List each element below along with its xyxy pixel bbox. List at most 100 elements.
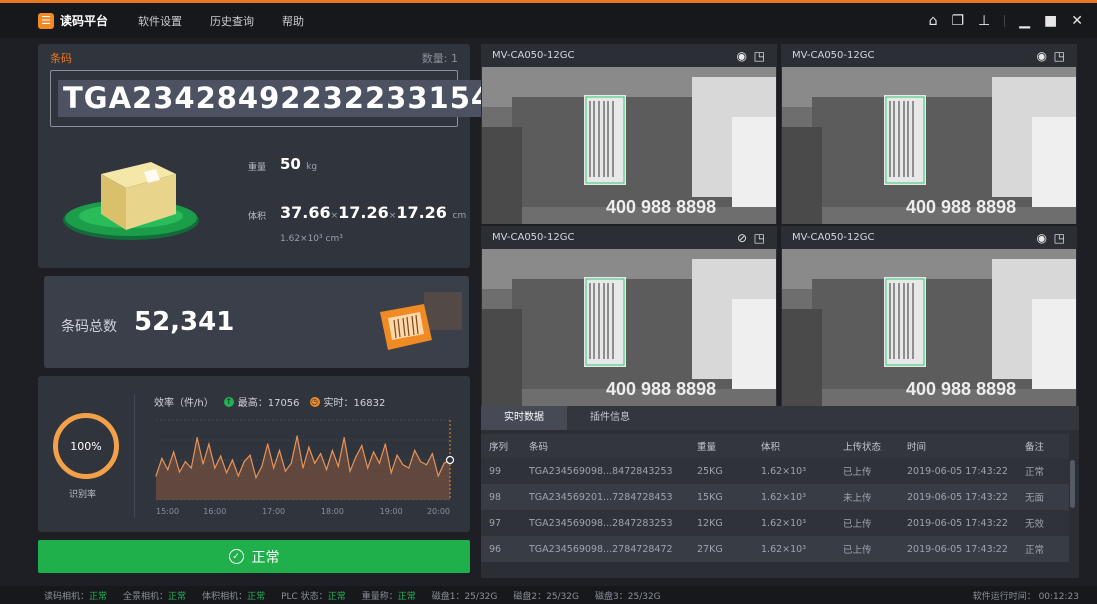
camera-image: 400 988 8898 [482, 249, 776, 406]
cell-index: 98 [481, 484, 521, 510]
camera-name: MV-CA050-12GC [492, 50, 575, 61]
barcode-value: TGA23428492232233154 [58, 80, 498, 117]
eye-icon[interactable]: ◉ [1037, 231, 1047, 245]
fullscreen-icon[interactable]: ◳ [1054, 231, 1065, 245]
barcode-card-icon [380, 292, 462, 350]
camera-scene-text: 400 988 8898 [606, 197, 716, 217]
restore-window-icon[interactable]: ❐ [951, 13, 964, 29]
total-label: 条码总数 [61, 319, 117, 335]
camera-scene: 400 988 8898 [482, 67, 776, 224]
barcode-display[interactable]: TGA23428492232233154 [50, 70, 498, 127]
eye-off-icon[interactable]: ⊘ [737, 231, 747, 245]
cell-index: 97 [481, 510, 521, 536]
table-row[interactable]: 97 TGA234569098...2847283253 12KG 1.62×1… [481, 510, 1069, 536]
volume-label: 体积 [248, 212, 267, 222]
cell-time: 2019-06-05 17:43:22 [899, 484, 1017, 510]
chart-point [231, 459, 234, 461]
footer-code-camera: 读码相机：正常 [44, 589, 107, 602]
footer-label: PLC 状态： [281, 591, 328, 602]
cell-volume: 1.62×10³ [753, 484, 835, 510]
menu-software-settings[interactable]: 软件设置 [138, 13, 182, 29]
table-row[interactable]: 98 TGA234569201...7284728453 15KG 1.62×1… [481, 484, 1069, 510]
table-row[interactable]: 96 TGA234569098...2784728472 27KG 1.62×1… [481, 536, 1069, 562]
cell-time: 2019-06-05 17:43:22 [899, 536, 1017, 562]
chart-point [408, 467, 410, 469]
window-controls: ⌂ ❐ ⊥ ▁ ■ ✕ [915, 13, 1083, 29]
camera-view[interactable]: MV-CA050-12GC ◉ ◳ 400 988 8898 [781, 44, 1077, 224]
volume-cubic: 1.62×10³ cm³ [280, 234, 343, 244]
chart-point [190, 467, 192, 469]
chart-point [431, 453, 433, 455]
tab-realtime-data[interactable]: 实时数据 [481, 406, 567, 430]
footer-plc-status: PLC 状态：正常 [281, 589, 346, 602]
chart-point [349, 470, 351, 472]
volume-unit: cm [452, 211, 467, 221]
table-row[interactable]: 99 TGA234569098...8472843253 25KG 1.62×1… [481, 458, 1069, 484]
fullscreen-icon[interactable]: ◳ [1054, 49, 1065, 63]
minimize-icon[interactable]: ▁ [1019, 13, 1030, 29]
col-volume: 体积 [753, 434, 835, 458]
chart-point [267, 443, 269, 445]
chart-point [202, 463, 204, 465]
maximize-icon[interactable]: ■ [1044, 13, 1057, 29]
chart-point [290, 462, 292, 464]
chart-point [214, 467, 216, 469]
close-icon[interactable]: ✕ [1071, 13, 1083, 29]
footer-panorama-camera: 全景相机：正常 [123, 589, 186, 602]
cell-upload-status: 已上传 [835, 510, 899, 536]
camera-view[interactable]: MV-CA050-12GC ⊘ ◳ 400 988 8898 [481, 226, 777, 406]
pin-icon[interactable]: ⊥ [978, 13, 990, 29]
fullscreen-icon[interactable]: ◳ [754, 49, 765, 63]
footer-label: 读码相机： [44, 591, 90, 602]
table-scrollbar[interactable] [1070, 460, 1075, 508]
chart-point [437, 475, 439, 477]
col-remark: 备注 [1017, 434, 1069, 458]
dim-c: 17.26 [396, 203, 447, 222]
chart-point [284, 470, 286, 472]
chart-point [443, 462, 445, 464]
barcode-panel: 条码 数量: 1 TGA23428492232233154 重量 50 kg 体… [38, 44, 498, 268]
cell-time: 2019-06-05 17:43:22 [899, 458, 1017, 484]
chart-point [220, 455, 222, 457]
camera-header: MV-CA050-12GC [781, 226, 1077, 249]
cell-remark: 正常 [1017, 458, 1069, 484]
chart-current-point [445, 455, 455, 465]
camera-view[interactable]: MV-CA050-12GC ◉ ◳ 400 988 8898 [481, 44, 777, 224]
efficiency-label: 效率（件/h） [154, 398, 214, 409]
table-tabs: 实时数据 插件信息 [481, 406, 1079, 430]
recognition-rate-value: 100% [70, 439, 102, 453]
clock-icon: ◷ [309, 396, 320, 407]
camera-view[interactable]: MV-CA050-12GC ◉ ◳ 400 988 8898 [781, 226, 1077, 406]
chart-point [337, 465, 339, 467]
tab-plugin-info[interactable]: 插件信息 [567, 406, 653, 430]
home-icon[interactable]: ⌂ [929, 13, 938, 29]
eye-icon[interactable]: ◉ [737, 49, 747, 63]
efficiency-header: 效率（件/h） ↑ 最高：17056 ◷ 实时：16832 [154, 394, 385, 409]
efficiency-max: 最高：17056 [237, 398, 300, 409]
chart-point [384, 443, 386, 445]
realtime-table: 序列 条码 重量 体积 上传状态 时间 备注 99 TGA234569098..… [481, 434, 1069, 562]
check-circle-icon: ✓ [228, 549, 244, 564]
total-panel: 条码总数 52,341 [44, 276, 469, 368]
status-footer: 读码相机：正常 全景相机：正常 体积相机：正常 PLC 状态：正常 重量称：正常… [0, 586, 1097, 604]
chart-point [225, 472, 228, 474]
chart-point [331, 449, 333, 451]
menu-help[interactable]: 帮助 [282, 13, 304, 29]
table-header-row: 序列 条码 重量 体积 上传状态 时间 备注 [481, 434, 1069, 458]
chart-point [255, 477, 257, 479]
divider [1004, 15, 1006, 27]
menu-history-query[interactable]: 历史查询 [210, 13, 254, 29]
fullscreen-icon[interactable]: ◳ [754, 231, 765, 245]
chart-point [343, 437, 345, 439]
footer-disk2: 磁盘2：25/32G [513, 591, 580, 602]
chart-point [167, 469, 169, 471]
eye-icon[interactable]: ◉ [1037, 49, 1047, 63]
footer-disk3: 磁盘3：25/32G [595, 591, 661, 602]
camera-image: 400 988 8898 [782, 67, 1076, 224]
chart-point [314, 462, 316, 464]
barcode-label: 条码 [50, 52, 72, 65]
chart-point [355, 456, 357, 458]
camera-name: MV-CA050-12GC [792, 232, 875, 243]
main-menu: 软件设置 历史查询 帮助 [138, 13, 332, 29]
cell-barcode: TGA234569201...7284728453 [521, 484, 689, 510]
